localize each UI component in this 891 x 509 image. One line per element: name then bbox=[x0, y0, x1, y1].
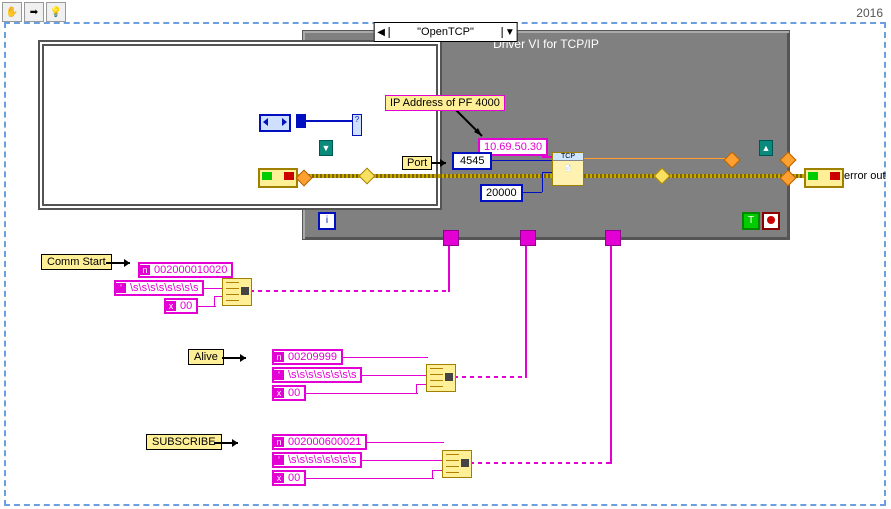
wire-port bbox=[488, 160, 554, 161]
w-alive-out-v bbox=[525, 244, 527, 378]
arrow-sub bbox=[214, 438, 244, 448]
action-ring-control[interactable] bbox=[259, 114, 291, 132]
subscribe-label: SUBSCRIBE bbox=[146, 434, 222, 450]
ip-address-label: IP Address of PF 4000 bbox=[385, 95, 505, 111]
case-frame-name: "OpenTCP" bbox=[389, 26, 502, 38]
w-comm-out-v bbox=[448, 244, 450, 292]
case-prev-icon[interactable]: ◀ bbox=[374, 27, 389, 38]
comm-const-a[interactable]: n002000010020 bbox=[138, 262, 233, 278]
tcp-open-node[interactable]: TCP 📄 bbox=[552, 152, 584, 186]
comm-const-b[interactable]: '\s\s\s\s\s\s\s\s bbox=[114, 280, 204, 296]
alive-const-b-val: \s\s\s\s\s\s\s\s bbox=[288, 369, 356, 381]
wire-timeout-h bbox=[520, 192, 542, 193]
comm-start-label: Comm Start bbox=[41, 254, 112, 270]
w-sub-c1 bbox=[302, 478, 434, 479]
error-out-label: error out bbox=[844, 170, 886, 182]
alive-const-c[interactable]: x00 bbox=[272, 385, 306, 401]
port-label: Port bbox=[402, 156, 432, 170]
error-in-terminal[interactable] bbox=[258, 168, 298, 188]
action-terminal bbox=[296, 114, 306, 128]
toolbar: ✋ ➡ 💡 bbox=[2, 2, 66, 22]
sub-const-a-val: 002000600021 bbox=[288, 436, 361, 448]
step-tool-icon[interactable]: ➡ bbox=[24, 2, 44, 22]
shift-register-right: ▲ bbox=[759, 140, 773, 156]
concat-alive[interactable] bbox=[426, 364, 456, 392]
w-alive-c2 bbox=[416, 384, 417, 394]
case-selector-terminal: ? bbox=[352, 114, 362, 136]
block-diagram: ✋ ➡ 💡 2016 Action ? error in error out D… bbox=[0, 0, 891, 509]
concat-sub[interactable] bbox=[442, 450, 472, 478]
loop-condition-true: T bbox=[742, 212, 760, 230]
alive-label: Alive bbox=[188, 349, 224, 365]
w-sub-b bbox=[358, 460, 444, 461]
case-selector[interactable]: ◀ "OpenTCP" ▼ bbox=[373, 22, 518, 42]
shift-register-string-2 bbox=[520, 230, 536, 246]
w-sub-out-h bbox=[470, 462, 610, 464]
arrow-ip bbox=[454, 108, 488, 142]
comm-const-a-val: 002000010020 bbox=[154, 264, 227, 276]
shift-register-string-1 bbox=[443, 230, 459, 246]
tcp-node-body: 📄 bbox=[553, 161, 583, 172]
w-sub-c2 bbox=[432, 470, 433, 479]
w-comm-out-h bbox=[250, 290, 448, 292]
alive-const-a[interactable]: n00209999 bbox=[272, 349, 343, 365]
wire-action bbox=[306, 120, 352, 122]
comm-const-c[interactable]: x00 bbox=[164, 298, 198, 314]
loop-stop-terminal[interactable] bbox=[762, 212, 780, 230]
loop-iteration-terminal: i bbox=[318, 212, 336, 230]
wire-refnum bbox=[582, 158, 732, 159]
alive-const-c-val: 00 bbox=[288, 387, 300, 399]
wire-timeout-v bbox=[542, 172, 543, 192]
w-alive-out-h bbox=[454, 376, 526, 378]
case-structure bbox=[38, 40, 442, 210]
case-next-icon[interactable]: ▼ bbox=[502, 27, 517, 38]
concat-comm[interactable] bbox=[222, 278, 252, 306]
shift-register-string-3 bbox=[605, 230, 621, 246]
w-alive-c1 bbox=[302, 393, 418, 394]
comm-const-c-val: 00 bbox=[180, 300, 192, 312]
error-out-terminal[interactable] bbox=[804, 168, 844, 188]
sub-const-c[interactable]: x00 bbox=[272, 470, 306, 486]
port-constant[interactable]: 4545 bbox=[452, 152, 492, 170]
labview-version: 2016 bbox=[856, 6, 883, 20]
alive-const-b[interactable]: '\s\s\s\s\s\s\s\s bbox=[272, 367, 362, 383]
timeout-constant[interactable]: 20000 bbox=[480, 184, 523, 202]
sub-const-c-val: 00 bbox=[288, 472, 300, 484]
sub-const-b-val: \s\s\s\s\s\s\s\s bbox=[288, 454, 356, 466]
comm-const-b-val: \s\s\s\s\s\s\s\s bbox=[130, 282, 198, 294]
highlight-tool-icon[interactable]: 💡 bbox=[46, 2, 66, 22]
pan-tool-icon[interactable]: ✋ bbox=[2, 2, 22, 22]
w-alive-b bbox=[358, 375, 428, 376]
arrow-alive bbox=[222, 353, 252, 363]
arrow-comm bbox=[106, 258, 136, 268]
tcp-node-header: TCP bbox=[553, 153, 583, 161]
sub-const-a[interactable]: n002000600021 bbox=[272, 434, 367, 450]
w-sub-out-v bbox=[610, 244, 612, 464]
alive-const-a-val: 00209999 bbox=[288, 351, 337, 363]
sub-const-b[interactable]: '\s\s\s\s\s\s\s\s bbox=[272, 452, 362, 468]
w-comm-c2 bbox=[214, 296, 215, 307]
w-alive-a bbox=[332, 357, 428, 358]
shift-register-left: ▼ bbox=[319, 140, 333, 156]
